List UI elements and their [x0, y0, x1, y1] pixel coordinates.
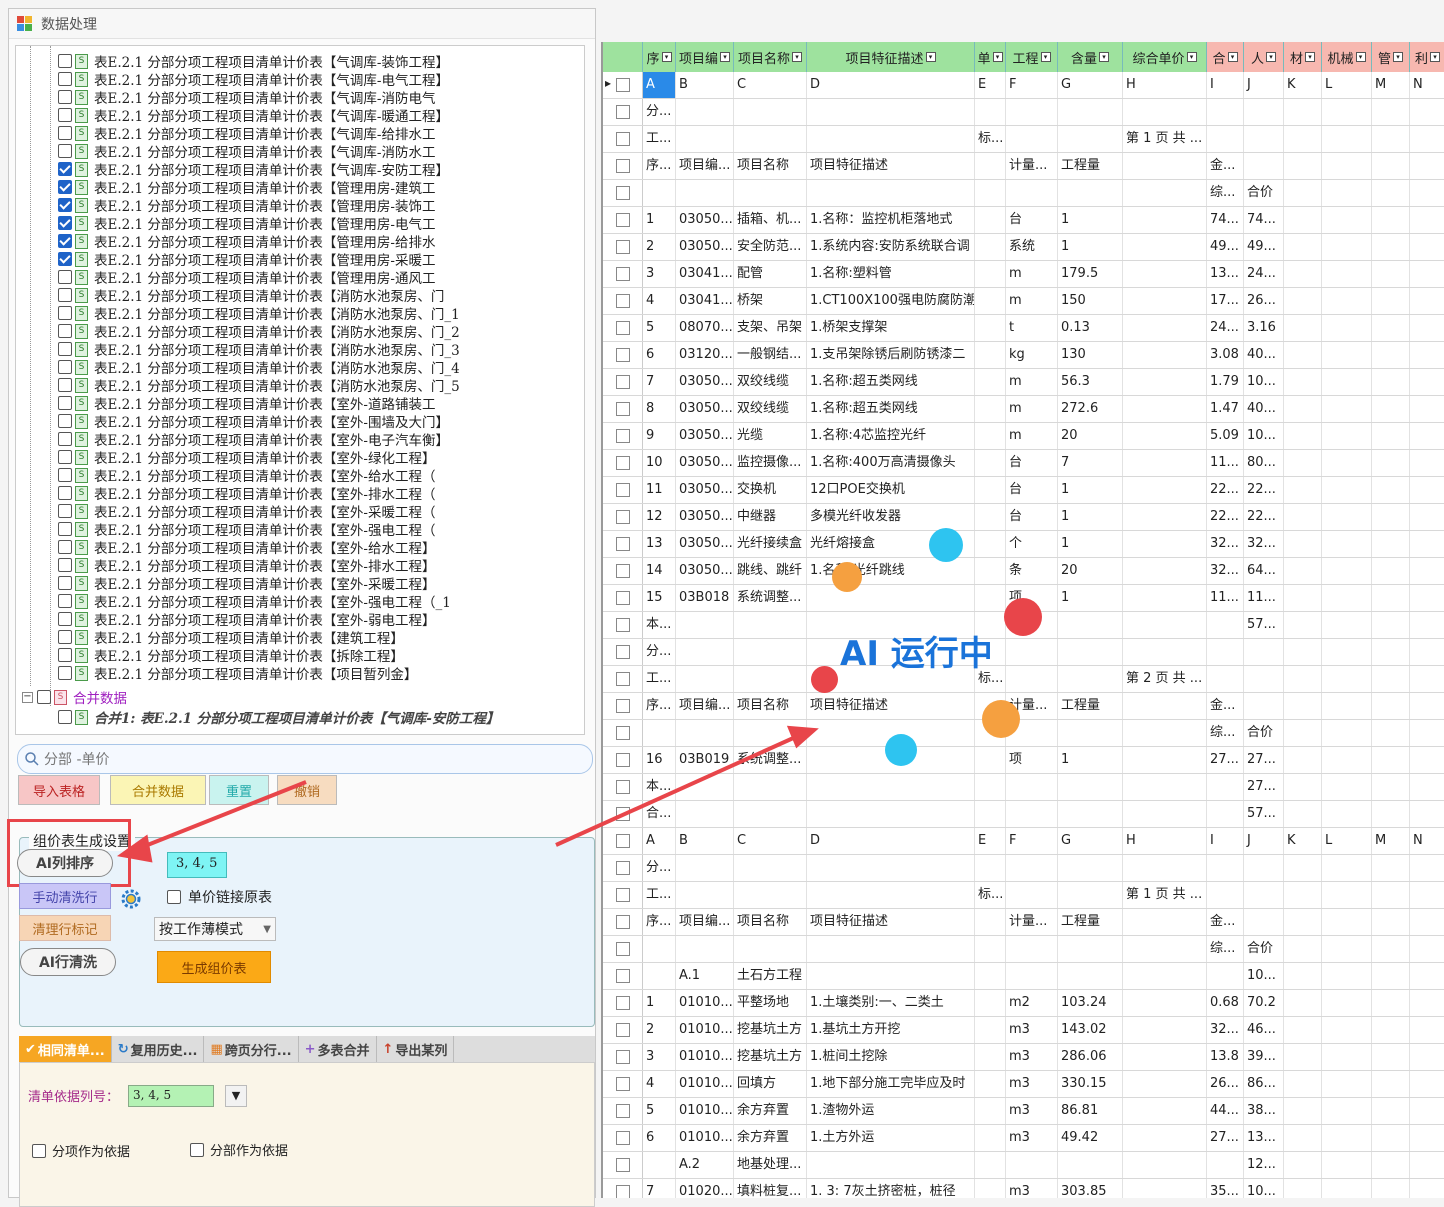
loading-dot [885, 734, 917, 766]
loading-dot [982, 700, 1020, 738]
ai-running-label: AI 运行中 [840, 634, 993, 674]
annotation-arrows [116, 725, 819, 863]
loading-dot [1004, 598, 1042, 636]
loading-dot [811, 666, 838, 693]
loading-dot [832, 562, 862, 592]
loading-dot [929, 528, 963, 562]
